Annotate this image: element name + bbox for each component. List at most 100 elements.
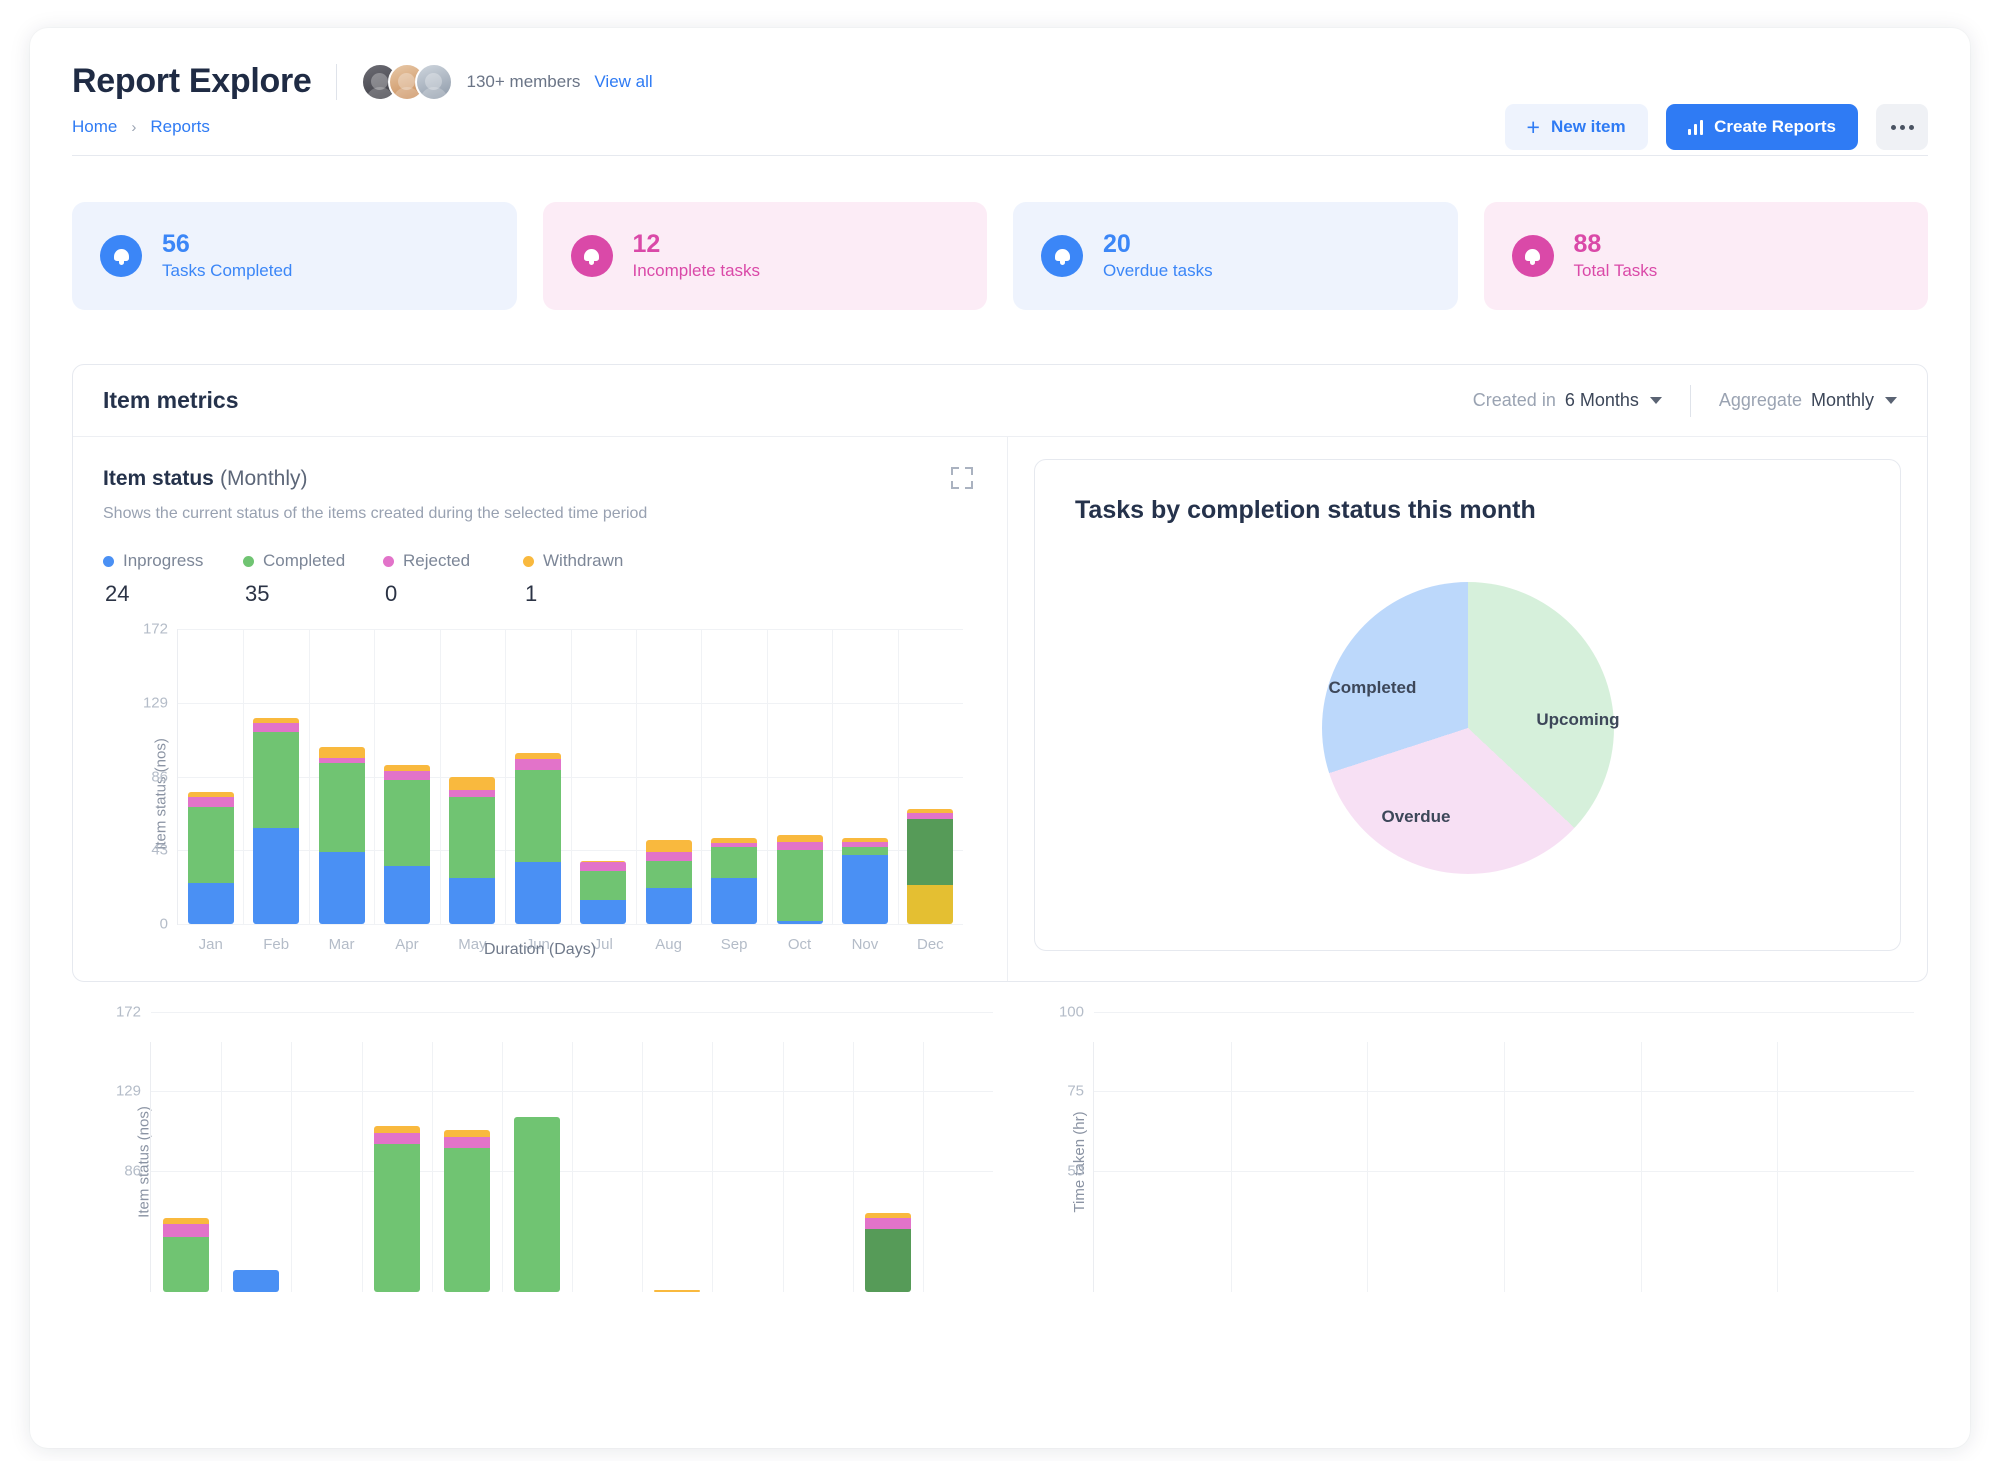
stacked-bar[interactable] <box>907 809 954 924</box>
bar-segment-completed[interactable] <box>253 731 300 828</box>
kpi-card-total-tasks[interactable]: 88 Total Tasks <box>1483 202 1928 310</box>
bar-segment-rejected[interactable] <box>187 797 234 808</box>
bar-segment-withdrawn[interactable] <box>514 752 561 760</box>
bar-segment-inprogress[interactable] <box>514 862 561 924</box>
bar-column[interactable] <box>572 1042 642 1292</box>
bar-segment-rejected[interactable] <box>443 1137 490 1149</box>
aggregate-value[interactable]: Monthly <box>1811 390 1874 411</box>
bar-segment-inprogress[interactable] <box>645 888 692 924</box>
bar-column[interactable]: Jan <box>178 629 243 953</box>
stacked-bar[interactable] <box>776 834 823 924</box>
bar-column[interactable] <box>712 1042 782 1292</box>
bar-segment-completed[interactable] <box>383 779 430 866</box>
bar-segment-completed[interactable] <box>580 870 627 900</box>
bar-segment-withdrawn[interactable] <box>383 764 430 772</box>
bar-segment-withdrawn[interactable] <box>654 1290 701 1292</box>
bar-column[interactable]: Mar <box>309 629 374 953</box>
stacked-bar[interactable] <box>711 838 758 924</box>
stacked-bar[interactable] <box>514 752 561 924</box>
bar-column[interactable]: Aug <box>636 629 701 953</box>
stacked-bar[interactable] <box>373 1125 420 1292</box>
bar-column[interactable] <box>362 1042 432 1292</box>
bar-segment-withdrawn[interactable] <box>373 1125 420 1134</box>
bar-segment-completed[interactable] <box>776 850 823 921</box>
kpi-card-incomplete-tasks[interactable]: 12 Incomplete tasks <box>542 202 987 310</box>
bar-column[interactable] <box>642 1042 712 1292</box>
bar-segment-rejected[interactable] <box>373 1133 420 1145</box>
bar-column[interactable] <box>291 1042 361 1292</box>
stacked-bar[interactable] <box>841 838 888 924</box>
stacked-bar[interactable] <box>645 840 692 924</box>
bar-segment-completed[interactable] <box>514 769 561 863</box>
stacked-bar[interactable] <box>383 764 430 924</box>
bar-column[interactable] <box>783 1042 853 1292</box>
view-all-link[interactable]: View all <box>594 72 652 92</box>
bar-segment-rejected[interactable] <box>907 812 954 820</box>
more-options-button[interactable] <box>1876 104 1928 150</box>
breadcrumb-item-home[interactable]: Home <box>72 117 117 137</box>
stacked-bar[interactable] <box>253 718 300 924</box>
stacked-bar[interactable] <box>449 776 496 924</box>
bar-segment-inprogress[interactable] <box>711 877 758 924</box>
bar-segment-rejected[interactable] <box>253 723 300 732</box>
bar-segment-inprogress[interactable] <box>841 855 888 924</box>
bar-segment-completed[interactable] <box>187 807 234 883</box>
kpi-card-overdue-tasks[interactable]: 20 Overdue tasks <box>1013 202 1458 310</box>
bar-segment-completed[interactable] <box>864 1229 911 1292</box>
stacked-bar[interactable] <box>864 1212 911 1292</box>
bar-column[interactable] <box>432 1042 502 1292</box>
bar-segment-rejected[interactable] <box>449 790 496 798</box>
bar-column[interactable]: Oct <box>767 629 832 953</box>
bar-segment-inprogress[interactable] <box>318 851 365 924</box>
stacked-bar[interactable] <box>318 747 365 924</box>
bar-segment-inprogress[interactable] <box>187 882 234 924</box>
bar-segment-completed[interactable] <box>711 846 758 878</box>
bar-segment-withdrawn[interactable] <box>776 834 823 842</box>
bar-segment-rejected[interactable] <box>776 841 823 851</box>
bar-segment-rejected[interactable] <box>163 1223 210 1237</box>
bar-segment-withdrawn[interactable] <box>907 884 954 924</box>
bar-column[interactable]: May <box>440 629 505 953</box>
aggregate-filter[interactable]: Aggregate Monthly <box>1719 390 1897 411</box>
bar-column[interactable]: Dec <box>898 629 963 953</box>
legend-item-inprogress[interactable]: Inprogress 24 <box>103 551 243 607</box>
bar-segment-rejected[interactable] <box>864 1218 911 1230</box>
bar-segment-completed[interactable] <box>645 860 692 888</box>
stacked-bar[interactable] <box>187 791 234 924</box>
kpi-card-tasks-completed[interactable]: 56 Tasks Completed <box>72 202 517 310</box>
bar-segment-completed[interactable] <box>373 1144 420 1292</box>
member-avatars[interactable] <box>360 62 453 101</box>
bar-column[interactable] <box>853 1042 923 1292</box>
bar-segment-withdrawn[interactable] <box>449 776 496 791</box>
stacked-bar[interactable] <box>443 1129 490 1292</box>
bar-column[interactable]: Jun <box>505 629 570 953</box>
stacked-bar[interactable] <box>163 1218 210 1292</box>
bar-segment-completed[interactable] <box>318 762 365 852</box>
bar-column[interactable]: Jul <box>571 629 636 953</box>
bar-segment-completed[interactable] <box>443 1148 490 1292</box>
stacked-bar[interactable] <box>513 1116 560 1292</box>
bar-segment-completed[interactable] <box>449 797 496 878</box>
bar-segment-completed[interactable] <box>841 846 888 856</box>
expand-icon[interactable] <box>951 467 973 489</box>
bar-column[interactable] <box>923 1042 993 1292</box>
stacked-bar[interactable] <box>654 1290 701 1292</box>
new-item-button[interactable]: + New item <box>1504 104 1648 150</box>
bar-segment-rejected[interactable] <box>580 862 627 871</box>
create-reports-button[interactable]: Create Reports <box>1665 104 1858 150</box>
bar-segment-inprogress[interactable] <box>233 1269 280 1292</box>
bar-segment-withdrawn[interactable] <box>318 747 365 758</box>
bar-segment-inprogress[interactable] <box>253 827 300 924</box>
bar-segment-inprogress[interactable] <box>383 865 430 924</box>
bar-segment-rejected[interactable] <box>645 852 692 861</box>
bar-segment-rejected[interactable] <box>383 771 430 780</box>
breadcrumb-item-reports[interactable]: Reports <box>150 117 210 137</box>
created-in-filter[interactable]: Created in 6 Months <box>1473 390 1662 411</box>
bar-segment-inprogress[interactable] <box>449 877 496 924</box>
stacked-bar[interactable] <box>233 1269 280 1292</box>
bar-column[interactable] <box>151 1042 221 1292</box>
bar-column[interactable]: Nov <box>832 629 897 953</box>
bar-segment-rejected[interactable] <box>514 759 561 770</box>
bar-segment-completed[interactable] <box>513 1116 560 1292</box>
bar-segment-completed[interactable] <box>907 819 954 885</box>
